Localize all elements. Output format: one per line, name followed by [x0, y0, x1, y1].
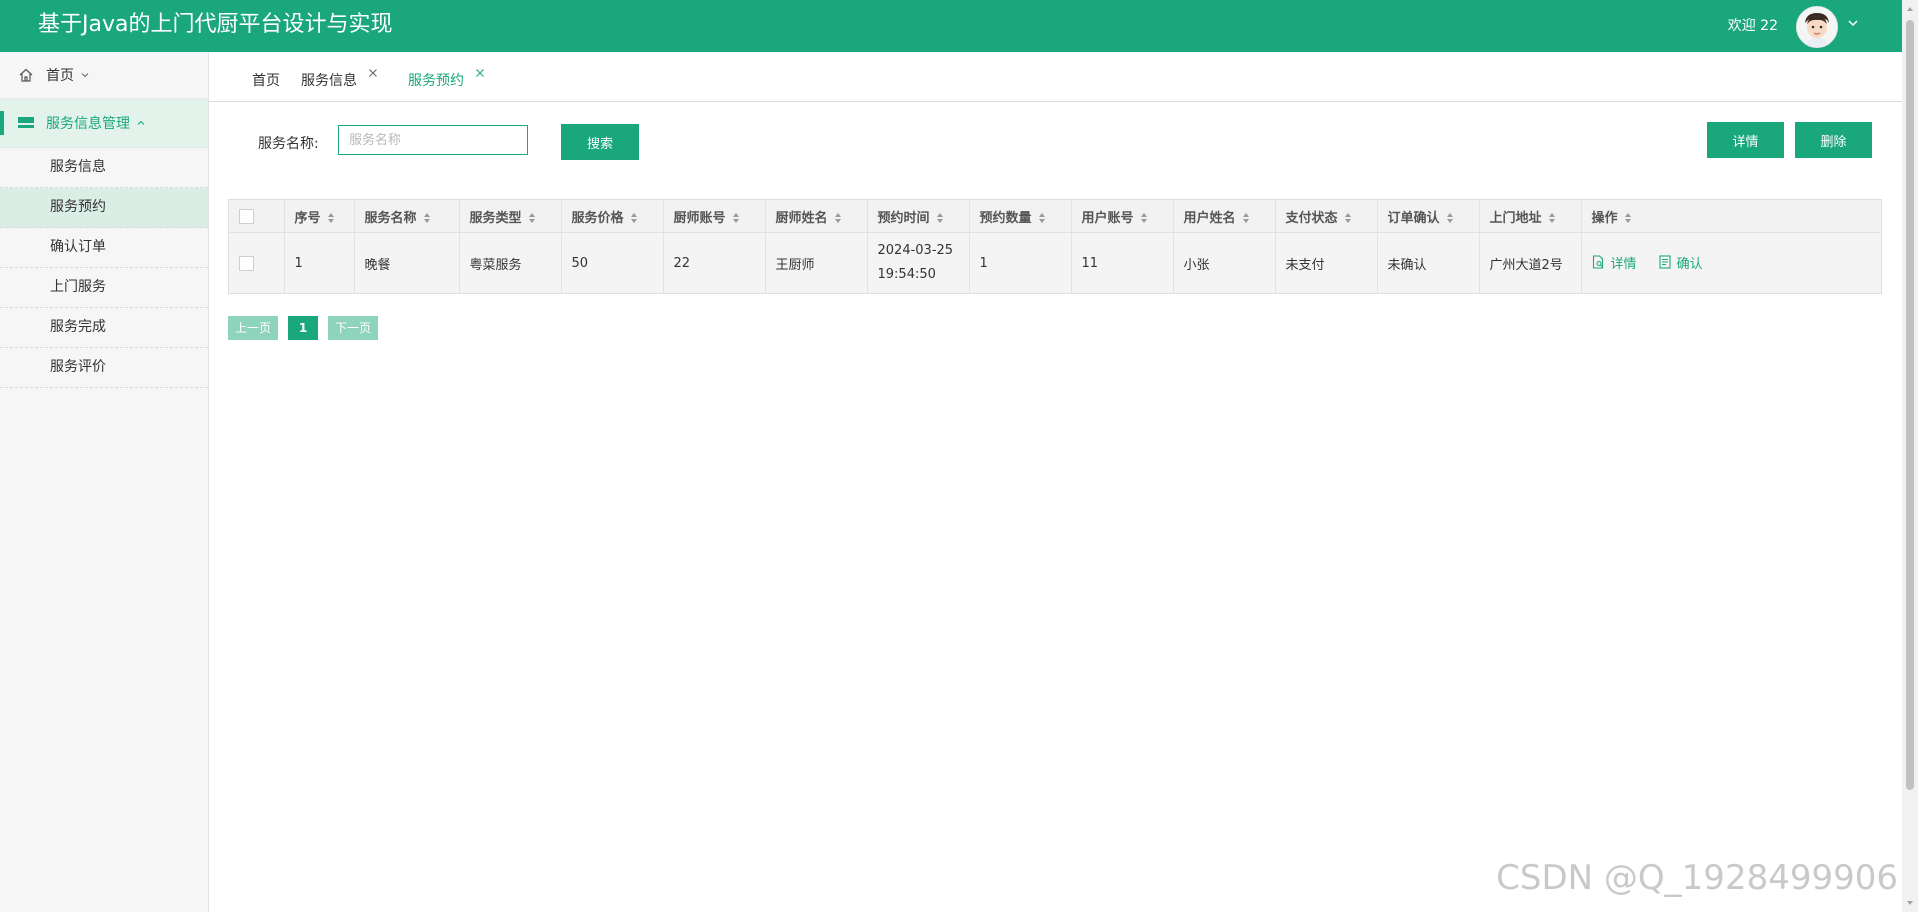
close-icon[interactable] — [368, 68, 378, 78]
sidebar-submenu: 服务信息 服务预约 确认订单 上门服务 服务完成 服务评价 — [0, 148, 208, 388]
column-header[interactable]: 服务名称 — [354, 200, 460, 233]
close-icon[interactable] — [475, 68, 485, 78]
cell-service-name: 晚餐 — [354, 232, 460, 293]
table-header-row: 序号 服务名称 服务类型 服务价格 厨师账号 厨师姓名 预约时间 预约数量 用户… — [229, 200, 1881, 233]
search-input[interactable] — [338, 125, 528, 155]
page-number-current[interactable]: 1 — [288, 316, 318, 340]
column-header[interactable]: 上门地址 — [1479, 200, 1582, 233]
sort-icon[interactable] — [1624, 212, 1632, 224]
pagination: 上一页 1 下一页 — [228, 316, 378, 340]
cell-chef-account: 22 — [663, 232, 766, 293]
column-header[interactable]: 序号 — [284, 200, 355, 233]
sidebar-item-service-booking[interactable]: 服务预约 — [0, 188, 208, 228]
detail-button[interactable]: 详情 — [1707, 122, 1784, 158]
column-header[interactable]: 支付状态 — [1275, 200, 1378, 233]
sidebar-item-home[interactable]: 首页 — [0, 52, 208, 99]
cell-chef-name: 王厨师 — [765, 232, 868, 293]
app-title: 基于Java的上门代厨平台设计与实现 — [38, 12, 393, 37]
vertical-scrollbar[interactable] — [1902, 0, 1918, 912]
scroll-up-arrow-icon[interactable] — [1905, 4, 1915, 14]
cell-pay-status: 未支付 — [1275, 232, 1378, 293]
sort-icon[interactable] — [630, 212, 638, 224]
cell-service-type: 粤菜服务 — [459, 232, 562, 293]
watermark: CSDN @Q_1928499906 — [1496, 858, 1898, 898]
tab-home[interactable]: 首页 — [252, 70, 280, 90]
document-icon — [1592, 255, 1603, 269]
search-button[interactable]: 搜索 — [561, 124, 639, 160]
delete-button[interactable]: 删除 — [1795, 122, 1872, 158]
tab-service-info[interactable]: 服务信息 — [301, 70, 357, 90]
tab-service-booking[interactable]: 服务预约 — [408, 70, 464, 90]
cell-price: 50 — [561, 232, 664, 293]
sort-icon[interactable] — [1344, 212, 1352, 224]
sort-icon[interactable] — [528, 212, 536, 224]
cell-booking-time: 2024-03-25 19:54:50 — [867, 232, 970, 293]
column-header[interactable]: 厨师账号 — [663, 200, 766, 233]
sidebar-item-confirm-order[interactable]: 确认订单 — [0, 228, 208, 268]
sidebar-item-service-info[interactable]: 服务信息 — [0, 148, 208, 188]
sort-icon[interactable] — [1446, 212, 1454, 224]
column-header[interactable]: 操作 — [1581, 200, 1881, 233]
column-header[interactable]: 服务价格 — [561, 200, 664, 233]
cell-quantity: 1 — [969, 232, 1072, 293]
row-select-cell — [229, 232, 285, 293]
chevron-down-icon[interactable] — [1846, 16, 1860, 30]
sort-icon[interactable] — [423, 212, 431, 224]
sidebar-group-label: 服务信息管理 — [46, 116, 130, 132]
search-label: 服务名称: — [258, 136, 319, 152]
cell-user-name: 小张 — [1173, 232, 1276, 293]
sidebar: 首页 服务信息管理 服务信息 服务预约 确认订单 上门服务 服务完成 服务评价 — [0, 52, 209, 912]
column-header[interactable]: 厨师姓名 — [765, 200, 868, 233]
table-row: 1 晚餐 粤菜服务 50 22 王厨师 2024-03-25 19:54:50 … — [229, 232, 1881, 293]
cell-address: 广州大道2号 — [1479, 232, 1582, 293]
scroll-down-arrow-icon[interactable] — [1905, 898, 1915, 908]
column-header[interactable]: 订单确认 — [1377, 200, 1480, 233]
select-all-cell — [229, 200, 285, 233]
sort-icon[interactable] — [1548, 212, 1556, 224]
sort-icon[interactable] — [327, 212, 335, 224]
prev-page-button[interactable]: 上一页 — [228, 316, 278, 340]
next-page-button[interactable]: 下一页 — [328, 316, 378, 340]
scrollbar-thumb[interactable] — [1906, 20, 1914, 790]
cell-index: 1 — [284, 232, 355, 293]
sidebar-item-service-review[interactable]: 服务评价 — [0, 348, 208, 388]
row-detail-link[interactable]: 详情 — [1592, 253, 1637, 272]
column-header[interactable]: 服务类型 — [459, 200, 562, 233]
data-table: 序号 服务名称 服务类型 服务价格 厨师账号 厨师姓名 预约时间 预约数量 用户… — [228, 199, 1882, 294]
column-header[interactable]: 预约时间 — [867, 200, 970, 233]
column-header[interactable]: 预约数量 — [969, 200, 1072, 233]
sidebar-item-onsite-service[interactable]: 上门服务 — [0, 268, 208, 308]
active-indicator — [0, 111, 4, 135]
column-header[interactable]: 用户账号 — [1071, 200, 1174, 233]
sort-icon[interactable] — [936, 212, 944, 224]
chevron-down-icon — [81, 73, 89, 78]
top-header: 基于Java的上门代厨平台设计与实现 欢迎 22 — [0, 0, 1918, 52]
column-header[interactable]: 用户姓名 — [1173, 200, 1276, 233]
cell-user-account: 11 — [1071, 232, 1174, 293]
row-detail-label: 详情 — [1610, 256, 1637, 272]
row-checkbox[interactable] — [239, 255, 254, 271]
sort-icon[interactable] — [1242, 212, 1250, 224]
booking-clock: 19:54:50 — [877, 267, 936, 282]
sort-icon[interactable] — [1038, 212, 1046, 224]
cell-order-confirm: 未确认 — [1377, 232, 1480, 293]
chevron-up-icon — [137, 120, 145, 125]
avatar[interactable] — [1796, 6, 1838, 48]
sort-icon[interactable] — [1140, 212, 1148, 224]
sidebar-item-service-complete[interactable]: 服务完成 — [0, 308, 208, 348]
welcome-text: 欢迎 22 — [1727, 18, 1778, 34]
sidebar-home-label: 首页 — [46, 68, 74, 84]
sidebar-group-service-management[interactable]: 服务信息管理 — [0, 99, 208, 148]
select-all-checkbox[interactable] — [239, 208, 254, 224]
row-confirm-link[interactable]: 确认 — [1659, 253, 1703, 272]
menu-icon — [18, 117, 34, 128]
row-confirm-label: 确认 — [1676, 256, 1703, 272]
checklist-icon — [1659, 255, 1671, 269]
tab-bar: 首页 服务信息 服务预约 — [209, 52, 1902, 102]
sort-icon[interactable] — [834, 212, 842, 224]
home-icon — [19, 68, 33, 82]
cell-operations: 详情 确认 — [1581, 232, 1881, 293]
booking-date: 2024-03-25 — [877, 243, 954, 258]
sort-icon[interactable] — [732, 212, 740, 224]
